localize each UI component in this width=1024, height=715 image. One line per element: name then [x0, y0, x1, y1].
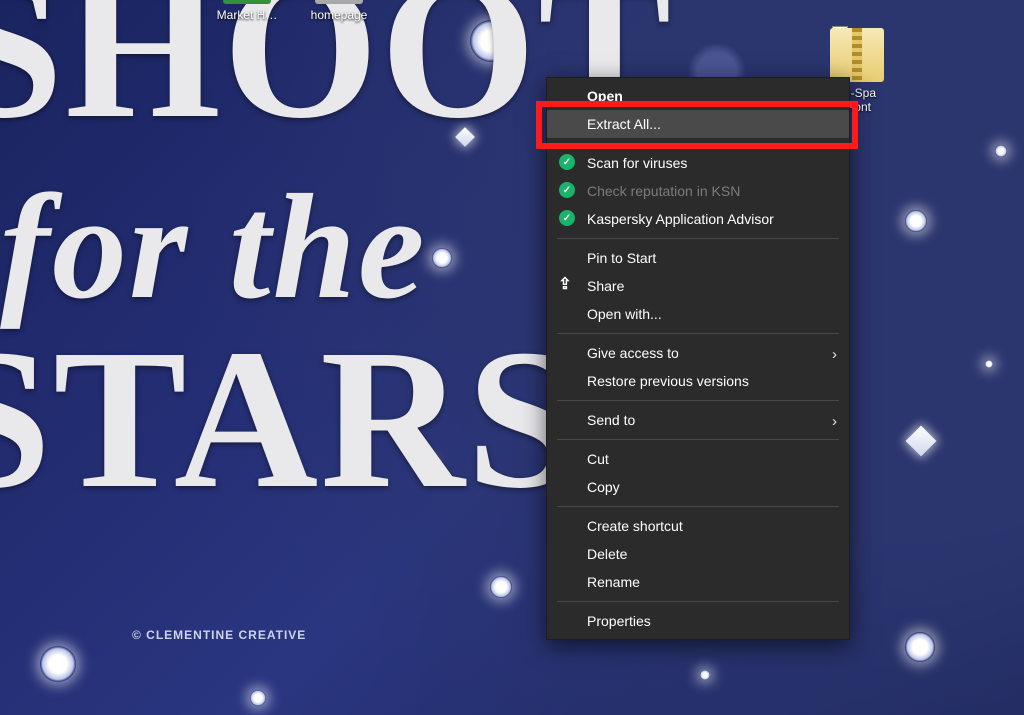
menu-label: Open with...: [587, 306, 662, 322]
menu-open-with[interactable]: Open with...: [547, 300, 849, 328]
menu-share[interactable]: ⇪ Share: [547, 272, 849, 300]
menu-give-access-to[interactable]: Give access to ›: [547, 339, 849, 367]
menu-label: Properties: [587, 613, 651, 629]
star-decoration: [985, 360, 993, 368]
menu-extract-all[interactable]: Extract All...: [547, 110, 849, 138]
menu-separator: [557, 439, 839, 440]
wallpaper-text-line3: STARS: [0, 330, 580, 510]
star-decoration: [700, 670, 710, 680]
shield-check-icon: ✓: [559, 154, 575, 170]
menu-label: Rename: [587, 574, 640, 590]
star-decoration: [250, 690, 266, 706]
menu-cut[interactable]: Cut: [547, 445, 849, 473]
star-decoration: [490, 576, 512, 598]
menu-label: Pin to Start: [587, 250, 656, 266]
menu-separator: [557, 506, 839, 507]
menu-separator: [557, 333, 839, 334]
menu-label: Open: [587, 88, 623, 104]
menu-send-to[interactable]: Send to ›: [547, 406, 849, 434]
menu-label: Cut: [587, 451, 609, 467]
menu-separator: [557, 238, 839, 239]
menu-check-ksn: ✓ Check reputation in KSN: [547, 177, 849, 205]
menu-separator: [557, 143, 839, 144]
menu-label: Check reputation in KSN: [587, 183, 740, 199]
desktop-shortcut-homepage[interactable]: homepage: [298, 0, 380, 22]
menu-copy[interactable]: Copy: [547, 473, 849, 501]
chevron-right-icon: ›: [832, 346, 837, 363]
menu-separator: [557, 601, 839, 602]
menu-label: Restore previous versions: [587, 373, 749, 389]
star-decoration: [995, 145, 1007, 157]
menu-open[interactable]: Open: [547, 82, 849, 110]
chevron-right-icon: ›: [832, 413, 837, 430]
wallpaper-text-line2: for the: [0, 180, 427, 315]
context-menu: Open Extract All... ✓ Scan for viruses ✓ C…: [546, 77, 850, 640]
menu-label: Copy: [587, 479, 620, 495]
menu-label: Delete: [587, 546, 627, 562]
menu-label: Kaspersky Application Advisor: [587, 211, 774, 227]
star-decoration: [40, 646, 76, 682]
shortcut-label: Market H…: [217, 8, 278, 22]
shortcut-icon: [223, 0, 271, 4]
menu-kaspersky-advisor[interactable]: ✓ Kaspersky Application Advisor: [547, 205, 849, 233]
shield-check-icon: ✓: [559, 182, 575, 198]
menu-label: Share: [587, 278, 624, 294]
star-decoration: [905, 632, 935, 662]
menu-separator: [557, 400, 839, 401]
star-decoration: [905, 210, 927, 232]
menu-scan-viruses[interactable]: ✓ Scan for viruses: [547, 149, 849, 177]
desktop-shortcut-market[interactable]: Market H…: [206, 0, 288, 22]
star-decoration: [432, 248, 452, 268]
menu-rename[interactable]: Rename: [547, 568, 849, 596]
menu-properties[interactable]: Properties: [547, 607, 849, 635]
menu-restore-versions[interactable]: Restore previous versions: [547, 367, 849, 395]
menu-pin-to-start[interactable]: Pin to Start: [547, 244, 849, 272]
shortcut-icon: [315, 0, 363, 4]
menu-label: Scan for viruses: [587, 155, 687, 171]
menu-label: Extract All...: [587, 116, 661, 132]
menu-label: Send to: [587, 412, 635, 428]
menu-label: Give access to: [587, 345, 679, 361]
menu-delete[interactable]: Delete: [547, 540, 849, 568]
wallpaper-credit: © CLEMENTINE CREATIVE: [132, 628, 306, 642]
zip-folder-icon: [830, 28, 884, 82]
menu-label: Create shortcut: [587, 518, 683, 534]
shield-check-icon: ✓: [559, 210, 575, 226]
share-icon: ⇪: [557, 276, 573, 292]
shortcut-label: homepage: [311, 8, 368, 22]
menu-create-shortcut[interactable]: Create shortcut: [547, 512, 849, 540]
